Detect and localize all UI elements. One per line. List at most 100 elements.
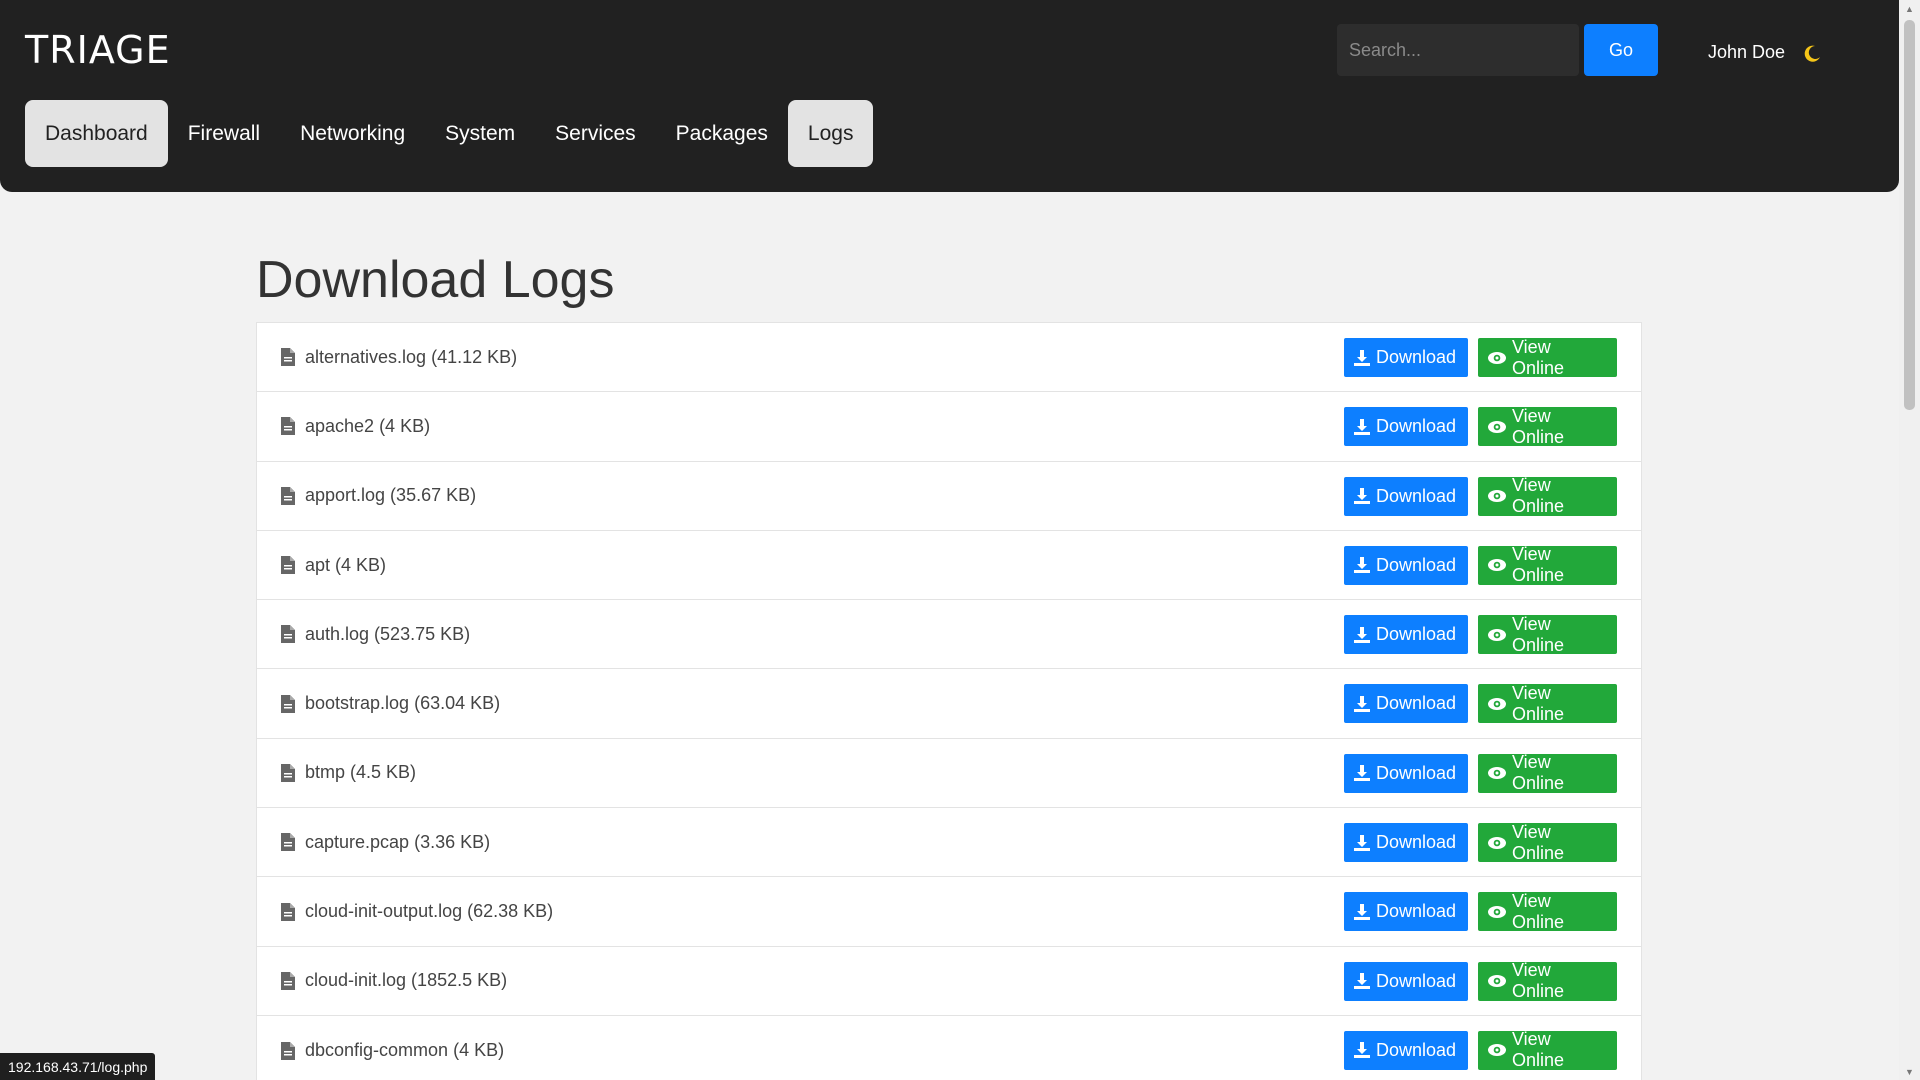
- search-input[interactable]: [1337, 24, 1579, 76]
- log-row: apt (4 KB) Download View Online: [257, 531, 1641, 601]
- view-online-label: View Online: [1512, 475, 1565, 517]
- download-label: Download: [1376, 832, 1457, 853]
- eye-icon: [1488, 1044, 1506, 1057]
- nav-logs[interactable]: Logs: [787, 100, 874, 167]
- top-navbar: TRIAGE Go John Doe Dashboard Firewall Ne…: [0, 0, 1899, 192]
- view-online-label: View Online: [1512, 821, 1565, 863]
- log-row: capture.pcap (3.36 KB) Download View Onl…: [257, 808, 1641, 878]
- log-row: cloud-init-output.log (62.38 KB) Downloa…: [257, 877, 1641, 947]
- download-button[interactable]: Download: [1344, 407, 1468, 447]
- download-label: Download: [1376, 624, 1457, 645]
- view-online-button[interactable]: View Online: [1478, 406, 1617, 447]
- view-online-label: View Online: [1512, 613, 1565, 655]
- nav-dashboard[interactable]: Dashboard: [25, 100, 168, 167]
- eye-icon: [1488, 975, 1506, 988]
- eye-icon: [1488, 490, 1506, 503]
- nav-networking[interactable]: Networking: [280, 100, 425, 167]
- download-button[interactable]: Download: [1344, 1030, 1468, 1070]
- file-icon: [281, 625, 295, 644]
- log-file-name: cloud-init-output.log (62.38 KB): [305, 901, 554, 922]
- brand-logo[interactable]: TRIAGE: [25, 28, 171, 72]
- download-icon: [1354, 488, 1370, 505]
- view-online-button[interactable]: View Online: [1478, 1029, 1617, 1071]
- eye-icon: [1488, 420, 1506, 433]
- download-icon: [1354, 834, 1370, 851]
- download-icon: [1354, 557, 1370, 574]
- log-row: dbconfig-common (4 KB) Download View Onl…: [257, 1016, 1641, 1080]
- eye-icon: [1488, 351, 1506, 364]
- nav-services[interactable]: Services: [535, 100, 656, 167]
- view-online-label: View Online: [1512, 336, 1565, 378]
- page: TRIAGE Go John Doe Dashboard Firewall Ne…: [0, 0, 1899, 1080]
- download-label: Download: [1376, 554, 1457, 575]
- view-online-button[interactable]: View Online: [1478, 821, 1617, 863]
- view-online-button[interactable]: View Online: [1478, 682, 1617, 724]
- log-row: bootstrap.log (63.04 KB) Download View O…: [257, 669, 1641, 739]
- search-go-button[interactable]: Go: [1584, 24, 1658, 76]
- log-file-name: apport.log (35.67 KB): [305, 485, 477, 506]
- file-icon: [281, 1041, 295, 1060]
- view-online-button[interactable]: View Online: [1478, 752, 1617, 793]
- download-icon: [1354, 626, 1370, 643]
- download-button[interactable]: Download: [1344, 892, 1468, 932]
- download-button[interactable]: Download: [1344, 615, 1468, 655]
- download-label: Download: [1376, 347, 1457, 367]
- download-button[interactable]: Download: [1344, 684, 1468, 724]
- view-online-button[interactable]: View Online: [1478, 336, 1617, 378]
- file-icon: [281, 763, 295, 782]
- moon-icon[interactable]: [1802, 44, 1822, 64]
- log-file-name: dbconfig-common (4 KB): [305, 1040, 505, 1061]
- download-button[interactable]: Download: [1344, 753, 1468, 793]
- log-row: auth.log (523.75 KB) Download View Onlin…: [257, 600, 1641, 670]
- file-icon: [281, 971, 295, 990]
- view-online-button[interactable]: View Online: [1478, 475, 1617, 517]
- nav-packages[interactable]: Packages: [656, 100, 788, 167]
- main-nav: Dashboard Firewall Networking System Ser…: [25, 100, 874, 167]
- view-online-button[interactable]: View Online: [1478, 960, 1617, 1001]
- download-button[interactable]: Download: [1344, 338, 1468, 377]
- vertical-scrollbar[interactable]: ▲ ▼: [1899, 0, 1920, 1080]
- view-online-label: View Online: [1512, 1029, 1565, 1071]
- file-icon: [281, 417, 295, 436]
- download-icon: [1354, 973, 1370, 990]
- eye-icon: [1488, 697, 1506, 710]
- file-icon: [281, 556, 295, 575]
- download-button[interactable]: Download: [1344, 545, 1468, 585]
- user-name[interactable]: John Doe: [1708, 42, 1785, 63]
- view-online-label: View Online: [1512, 890, 1565, 932]
- download-label: Download: [1376, 416, 1457, 437]
- nav-system[interactable]: System: [425, 100, 535, 167]
- view-online-button[interactable]: View Online: [1478, 544, 1617, 586]
- view-online-button[interactable]: View Online: [1478, 613, 1617, 655]
- log-file-name: btmp (4.5 KB): [305, 762, 417, 783]
- download-label: Download: [1376, 1039, 1457, 1060]
- page-title: Download Logs: [256, 251, 615, 309]
- download-label: Download: [1376, 901, 1457, 922]
- download-button[interactable]: Download: [1344, 823, 1468, 863]
- download-icon: [1354, 903, 1370, 920]
- view-online-label: View Online: [1512, 544, 1565, 586]
- download-button[interactable]: Download: [1344, 476, 1468, 516]
- scrollbar-thumb[interactable]: [1904, 20, 1915, 410]
- eye-icon: [1488, 559, 1506, 572]
- download-label: Download: [1376, 693, 1457, 714]
- log-row: apport.log (35.67 KB) Download View Onli…: [257, 462, 1641, 531]
- log-file-name: bootstrap.log (63.04 KB): [305, 693, 501, 714]
- download-label: Download: [1376, 485, 1457, 506]
- download-button[interactable]: Download: [1344, 961, 1468, 1001]
- eye-icon: [1488, 628, 1506, 641]
- eye-icon: [1488, 767, 1506, 780]
- scroll-up-arrow-icon[interactable]: ▲: [1899, 0, 1920, 17]
- scroll-down-arrow-icon[interactable]: ▼: [1899, 1063, 1920, 1080]
- download-icon: [1354, 418, 1370, 435]
- log-file-name: auth.log (523.75 KB): [305, 623, 471, 644]
- download-icon: [1354, 765, 1370, 782]
- view-online-button[interactable]: View Online: [1478, 890, 1617, 932]
- file-icon: [281, 486, 295, 505]
- log-file-name: alternatives.log (41.12 KB): [305, 346, 518, 367]
- log-file-name: apt (4 KB): [305, 554, 387, 575]
- log-row: apache2 (4 KB) Download View Online: [257, 392, 1641, 462]
- view-online-label: View Online: [1512, 682, 1565, 724]
- file-icon: [281, 348, 295, 367]
- nav-firewall[interactable]: Firewall: [168, 100, 280, 167]
